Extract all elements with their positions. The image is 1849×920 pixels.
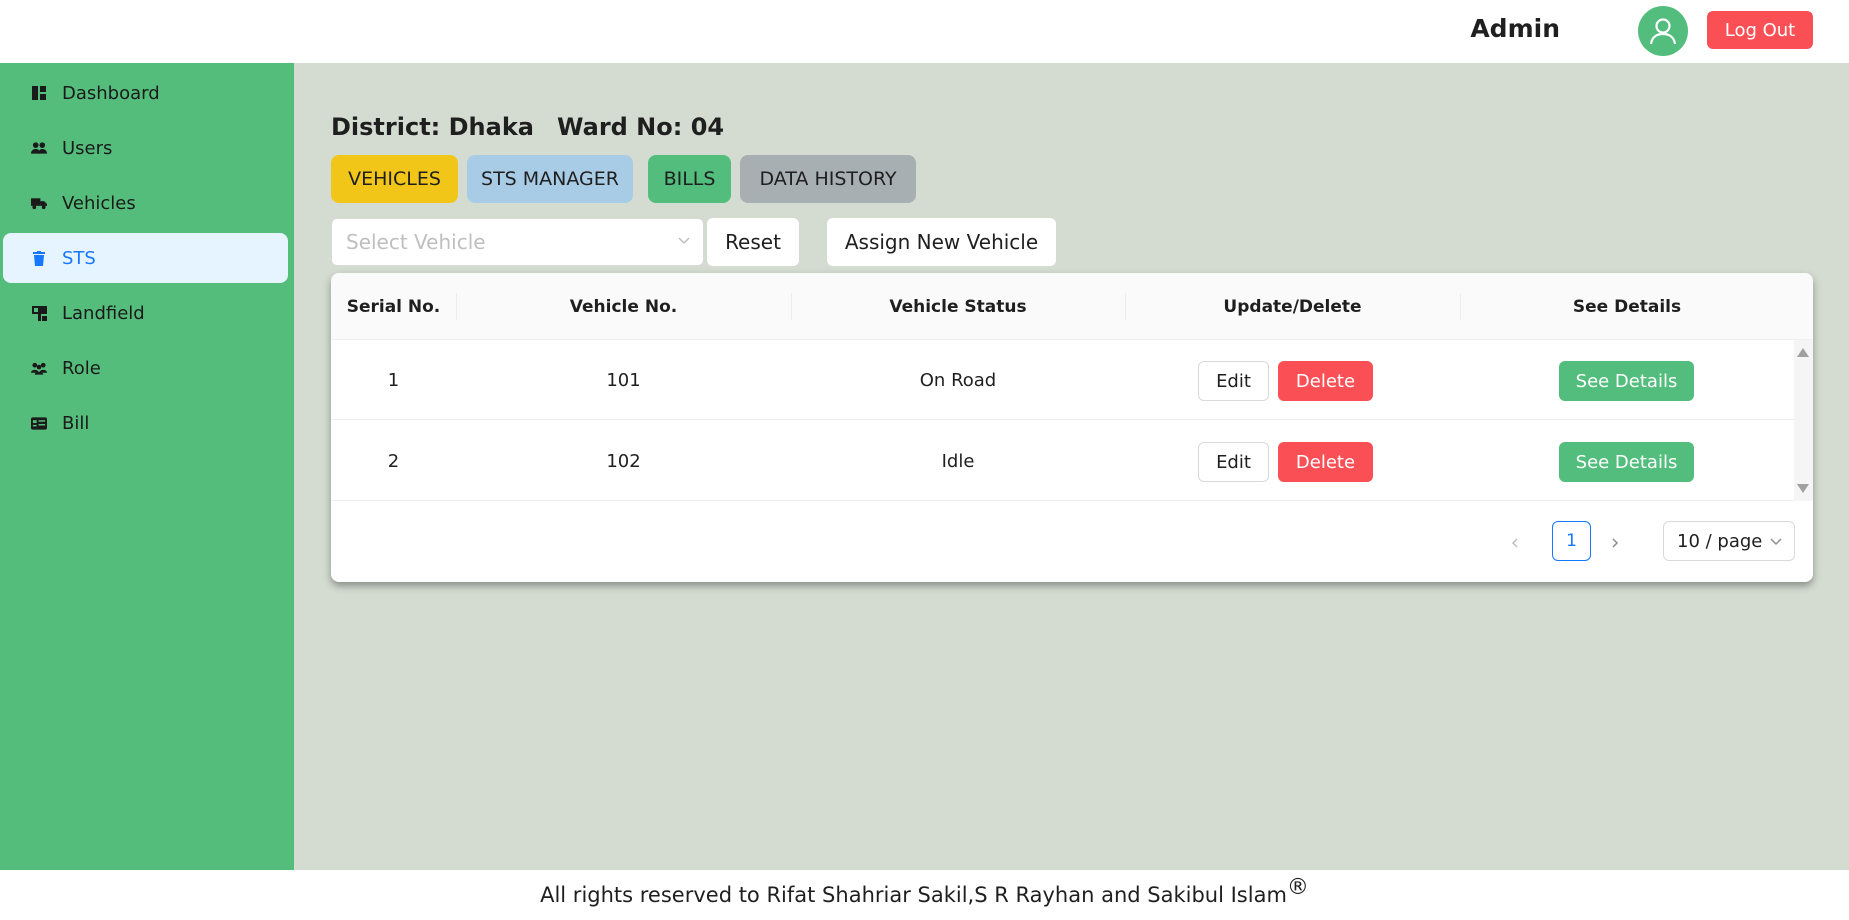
- registered-mark: ®: [1286, 874, 1309, 900]
- sidebar-item-sts[interactable]: STS: [3, 233, 288, 283]
- reset-button[interactable]: Reset: [707, 218, 799, 266]
- table-scrollbar[interactable]: [1794, 340, 1813, 501]
- vehicle-select-placeholder: Select Vehicle: [346, 230, 486, 254]
- see-details-button[interactable]: See Details: [1559, 442, 1694, 482]
- vehicle-table-card: Serial No. Vehicle No. Vehicle Status Up…: [331, 273, 1813, 582]
- chevron-down-icon: [678, 237, 690, 245]
- role-icon: [31, 360, 47, 376]
- bill-icon: [31, 415, 47, 431]
- sidebar: Dashboard Users Vehicles STS Landfield R…: [0, 63, 294, 870]
- edit-button[interactable]: Edit: [1198, 361, 1269, 401]
- sidebar-item-bill[interactable]: Bill: [3, 398, 288, 448]
- assign-new-vehicle-button[interactable]: Assign New Vehicle: [827, 218, 1056, 266]
- dashboard-icon: [31, 85, 47, 101]
- truck-icon: [31, 195, 47, 211]
- sidebar-item-label: Bill: [62, 412, 90, 434]
- sidebar-item-label: Vehicles: [62, 192, 136, 214]
- pagination-prev-button[interactable]: [1503, 531, 1527, 555]
- cell-vehicle-no: 101: [606, 369, 641, 391]
- pagination-next-button[interactable]: [1603, 531, 1627, 555]
- tab-bills[interactable]: BILLS: [648, 155, 731, 203]
- delete-button[interactable]: Delete: [1278, 361, 1373, 401]
- vehicle-select[interactable]: Select Vehicle: [331, 218, 704, 266]
- scroll-down-arrow-icon[interactable]: [1797, 484, 1809, 493]
- chevron-left-icon: [1511, 538, 1518, 548]
- sidebar-item-label: Dashboard: [62, 82, 160, 104]
- logout-button[interactable]: Log Out: [1707, 11, 1813, 49]
- sidebar-item-label: Users: [62, 137, 113, 159]
- user-icon: [1649, 18, 1677, 45]
- table-row: 1 101 On Road Edit Delete See Details: [331, 340, 1794, 420]
- sidebar-item-vehicles[interactable]: Vehicles: [3, 178, 288, 228]
- cell-vehicle-status: Idle: [941, 450, 975, 472]
- top-header: Admin Log Out: [0, 0, 1849, 63]
- footer-text: All rights reserved to Rifat Shahriar Sa…: [540, 883, 1287, 907]
- tab-sts-manager[interactable]: STS MANAGER: [467, 155, 633, 203]
- edit-button[interactable]: Edit: [1198, 442, 1269, 482]
- chevron-right-icon: [1612, 538, 1619, 548]
- column-header-update-delete: Update/Delete: [1223, 296, 1362, 317]
- footer: All rights reserved to Rifat Shahriar Sa…: [0, 870, 1849, 920]
- sidebar-item-dashboard[interactable]: Dashboard: [3, 68, 288, 118]
- cell-vehicle-no: 102: [606, 450, 641, 472]
- cell-vehicle-status: On Road: [919, 369, 997, 391]
- avatar[interactable]: [1638, 6, 1688, 56]
- cell-serial: 1: [387, 369, 400, 391]
- chevron-down-icon: [1770, 538, 1782, 546]
- column-header-vehicle-no: Vehicle No.: [569, 296, 678, 317]
- column-header-serial: Serial No.: [346, 296, 441, 317]
- sidebar-item-label: Landfield: [62, 302, 145, 324]
- trash-bin-icon: [31, 250, 47, 266]
- district-label: District: Dhaka: [331, 113, 534, 141]
- column-header-vehicle-status: Vehicle Status: [889, 296, 1027, 317]
- page-size-value: 10 / page: [1677, 530, 1763, 552]
- sidebar-item-label: Role: [62, 357, 101, 379]
- column-header-see-details: See Details: [1572, 296, 1682, 317]
- main-content: District: Dhaka Ward No: 04 VEHICLES STS…: [294, 63, 1849, 870]
- tab-vehicles[interactable]: VEHICLES: [331, 155, 458, 203]
- sidebar-item-label: STS: [62, 247, 96, 269]
- ward-label: Ward No: 04: [557, 113, 725, 141]
- delete-button[interactable]: Delete: [1278, 442, 1373, 482]
- landfield-icon: [31, 305, 47, 321]
- table-header: Serial No. Vehicle No. Vehicle Status Up…: [331, 273, 1813, 340]
- admin-label: Admin: [1470, 14, 1560, 43]
- sidebar-item-users[interactable]: Users: [3, 123, 288, 173]
- pagination-page-1[interactable]: 1: [1552, 521, 1591, 561]
- cell-serial: 2: [387, 450, 400, 472]
- sidebar-item-role[interactable]: Role: [3, 343, 288, 393]
- sidebar-item-landfield[interactable]: Landfield: [3, 288, 288, 338]
- users-icon: [31, 140, 47, 156]
- page-size-select[interactable]: 10 / page: [1663, 521, 1795, 561]
- scroll-up-arrow-icon[interactable]: [1797, 348, 1809, 357]
- see-details-button[interactable]: See Details: [1559, 361, 1694, 401]
- tab-data-history[interactable]: DATA HISTORY: [740, 155, 916, 203]
- table-row: 2 102 Idle Edit Delete See Details: [331, 421, 1794, 501]
